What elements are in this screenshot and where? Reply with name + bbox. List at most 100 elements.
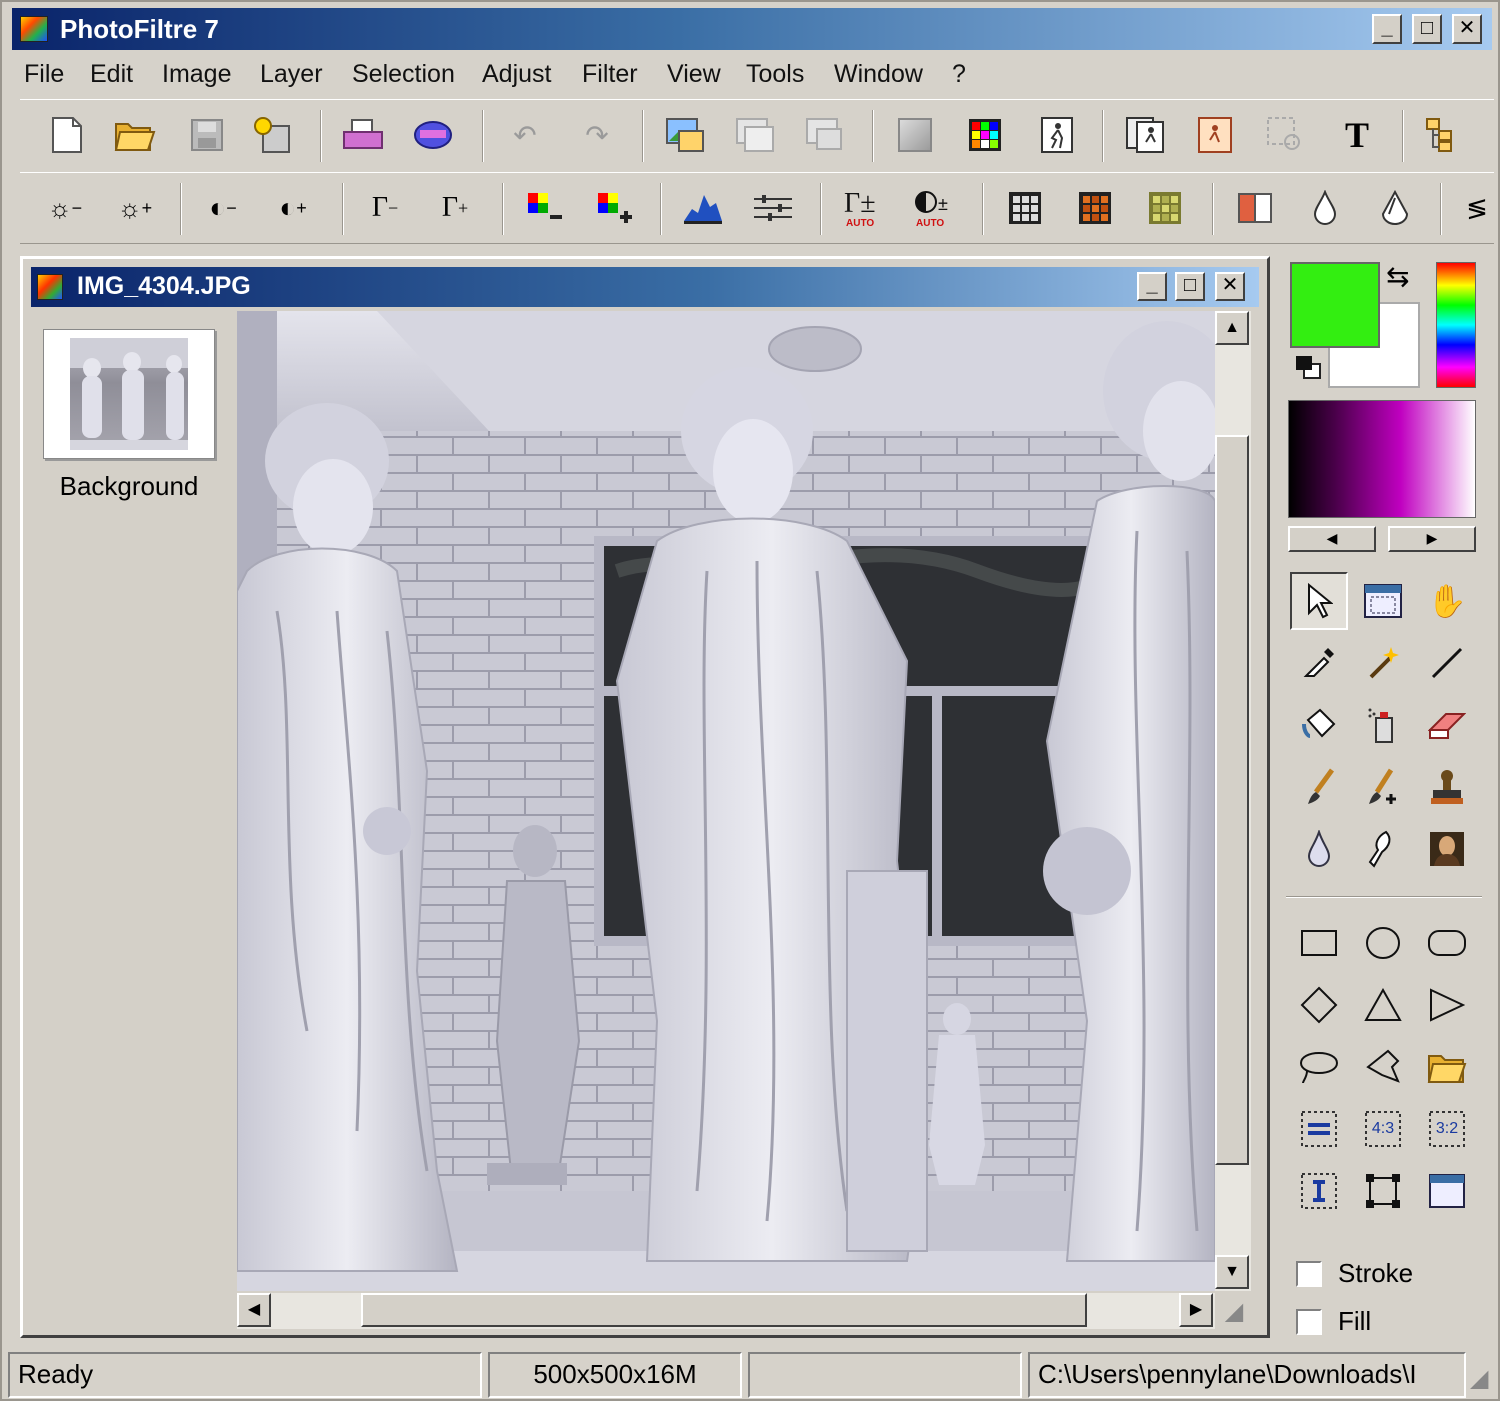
spray-icon[interactable] [1354, 696, 1412, 754]
reset-colors-icon[interactable] [1294, 354, 1322, 380]
menu-layer[interactable]: Layer [260, 60, 323, 89]
more-tools-icon[interactable]: ≶ [1454, 185, 1500, 231]
saturation-minus-icon[interactable] [522, 185, 568, 231]
scroll-left-button[interactable]: ◀ [237, 1293, 271, 1327]
polygon-lasso-icon[interactable] [1354, 1038, 1412, 1096]
fill-checkbox[interactable] [1296, 1308, 1322, 1335]
print-icon[interactable] [340, 112, 386, 158]
menu-filter[interactable]: Filter [582, 60, 638, 89]
open-folder-icon[interactable] [112, 112, 158, 158]
selection-adjust-icon[interactable] [1290, 1100, 1348, 1158]
rectangle-shape-icon[interactable] [1290, 914, 1348, 972]
paste-as-new-icon[interactable] [802, 112, 848, 158]
menu-adjust[interactable]: Adjust [482, 60, 551, 89]
maximize-button[interactable]: □ [1412, 14, 1442, 44]
redo-icon[interactable]: ↷ [574, 112, 620, 158]
saturation-plus-icon[interactable] [592, 185, 638, 231]
hand-tool-icon[interactable]: ✋ [1418, 572, 1476, 630]
mosaic-filter-icon[interactable] [1072, 185, 1118, 231]
palette-icon[interactable] [962, 112, 1008, 158]
batch-icon[interactable] [1122, 112, 1168, 158]
new-file-icon[interactable] [44, 112, 90, 158]
mirror-icon[interactable] [1232, 185, 1278, 231]
gradient-next-button[interactable]: ▶ [1388, 526, 1476, 552]
load-shape-folder-icon[interactable] [1418, 1038, 1476, 1096]
levels-icon[interactable] [750, 185, 796, 231]
blur-drop-icon[interactable] [1302, 185, 1348, 231]
menu-window[interactable]: Window [834, 60, 923, 89]
sharpen-drop-icon[interactable] [1372, 185, 1418, 231]
histogram-icon[interactable] [680, 185, 726, 231]
texture-filter-icon[interactable] [1142, 185, 1188, 231]
menu-view[interactable]: View [667, 60, 721, 89]
stroke-checkbox[interactable] [1296, 1260, 1322, 1287]
brush-icon[interactable] [1290, 758, 1348, 816]
module-icon[interactable] [1192, 112, 1238, 158]
magic-wand-icon[interactable] [1354, 634, 1412, 692]
pointer-tool-icon[interactable] [1290, 572, 1348, 630]
line-tool-icon[interactable] [1418, 634, 1476, 692]
brightness-plus-icon[interactable]: ☼ + [112, 185, 158, 231]
vertical-scrollbar[interactable]: ▲ ▼ [1215, 311, 1251, 1291]
explorer-icon[interactable] [1422, 112, 1468, 158]
auto-contrast-icon[interactable]: ± AUTO [910, 185, 956, 231]
window-selection-icon[interactable] [1418, 1162, 1476, 1220]
save-disk-icon[interactable] [184, 112, 230, 158]
menu-image[interactable]: Image [162, 60, 231, 89]
doc-maximize-button[interactable]: □ [1175, 272, 1205, 301]
status-resize-grip-icon[interactable]: ◢ [1470, 1364, 1488, 1393]
image-canvas[interactable] [237, 311, 1215, 1291]
menu-edit[interactable]: Edit [90, 60, 133, 89]
auto-gamma-icon[interactable]: Γ± AUTO [840, 185, 886, 231]
smudge-finger-icon[interactable] [1354, 820, 1412, 878]
rounded-rect-shape-icon[interactable] [1418, 914, 1476, 972]
eyedropper-icon[interactable] [1290, 634, 1348, 692]
foreground-color-swatch[interactable] [1290, 262, 1380, 348]
resize-grip-icon[interactable]: ◢ [1217, 1295, 1251, 1329]
ratio-43-icon[interactable]: 4:3 [1354, 1100, 1412, 1158]
blur-tool-icon[interactable] [1290, 820, 1348, 878]
gamma-plus-icon[interactable]: Γ + [432, 185, 478, 231]
menu-tools[interactable]: Tools [746, 60, 804, 89]
swap-colors-icon[interactable]: ⇆ [1386, 260, 1409, 293]
scroll-up-button[interactable]: ▲ [1215, 311, 1249, 345]
menu-selection[interactable]: Selection [352, 60, 455, 89]
contrast-minus-icon[interactable]: ◐ − [200, 185, 246, 231]
scroll-down-button[interactable]: ▼ [1215, 1255, 1249, 1289]
gamma-minus-icon[interactable]: Γ − [362, 185, 408, 231]
horizontal-scroll-thumb[interactable] [361, 1293, 1087, 1327]
undo-icon[interactable]: ↶ [502, 112, 548, 158]
gradient-icon[interactable] [892, 112, 938, 158]
vertical-scroll-thumb[interactable] [1215, 435, 1249, 1165]
horizontal-scrollbar[interactable]: ◀ ▶ [237, 1293, 1215, 1329]
scroll-right-button[interactable]: ▶ [1179, 1293, 1213, 1327]
lasso-icon[interactable] [1290, 1038, 1348, 1096]
paste-image-icon[interactable] [662, 112, 708, 158]
fill-bucket-icon[interactable] [1290, 696, 1348, 754]
right-triangle-shape-icon[interactable] [1418, 976, 1476, 1034]
selection-window-icon[interactable] [1354, 572, 1412, 630]
layer-name[interactable]: Background [29, 471, 229, 502]
triangle-shape-icon[interactable] [1354, 976, 1412, 1034]
save-as-icon[interactable] [250, 112, 296, 158]
contrast-plus-icon[interactable]: ◐ + [270, 185, 316, 231]
layer-thumbnail[interactable] [43, 329, 215, 459]
close-button[interactable]: ✕ [1452, 14, 1482, 44]
selection-text-icon[interactable] [1290, 1162, 1348, 1220]
eraser-icon[interactable] [1418, 696, 1476, 754]
color-gradient-box[interactable] [1288, 400, 1476, 518]
menu-help[interactable]: ? [952, 60, 966, 89]
gradient-prev-button[interactable]: ◀ [1288, 526, 1376, 552]
doc-close-button[interactable]: ✕ [1215, 272, 1245, 301]
crop-frame-icon[interactable] [1354, 1162, 1412, 1220]
stroke-option[interactable]: Stroke [1296, 1258, 1413, 1289]
ratio-32-icon[interactable]: 3:2 [1418, 1100, 1476, 1158]
doc-minimize-button[interactable]: _ [1137, 272, 1167, 301]
fill-option[interactable]: Fill [1296, 1306, 1371, 1337]
scan-icon[interactable] [410, 112, 456, 158]
brightness-minus-icon[interactable]: ☼ − [42, 185, 88, 231]
hue-bar[interactable] [1436, 262, 1476, 388]
copy-image-icon[interactable] [732, 112, 778, 158]
diamond-shape-icon[interactable] [1290, 976, 1348, 1034]
advanced-brush-icon[interactable] [1354, 758, 1412, 816]
